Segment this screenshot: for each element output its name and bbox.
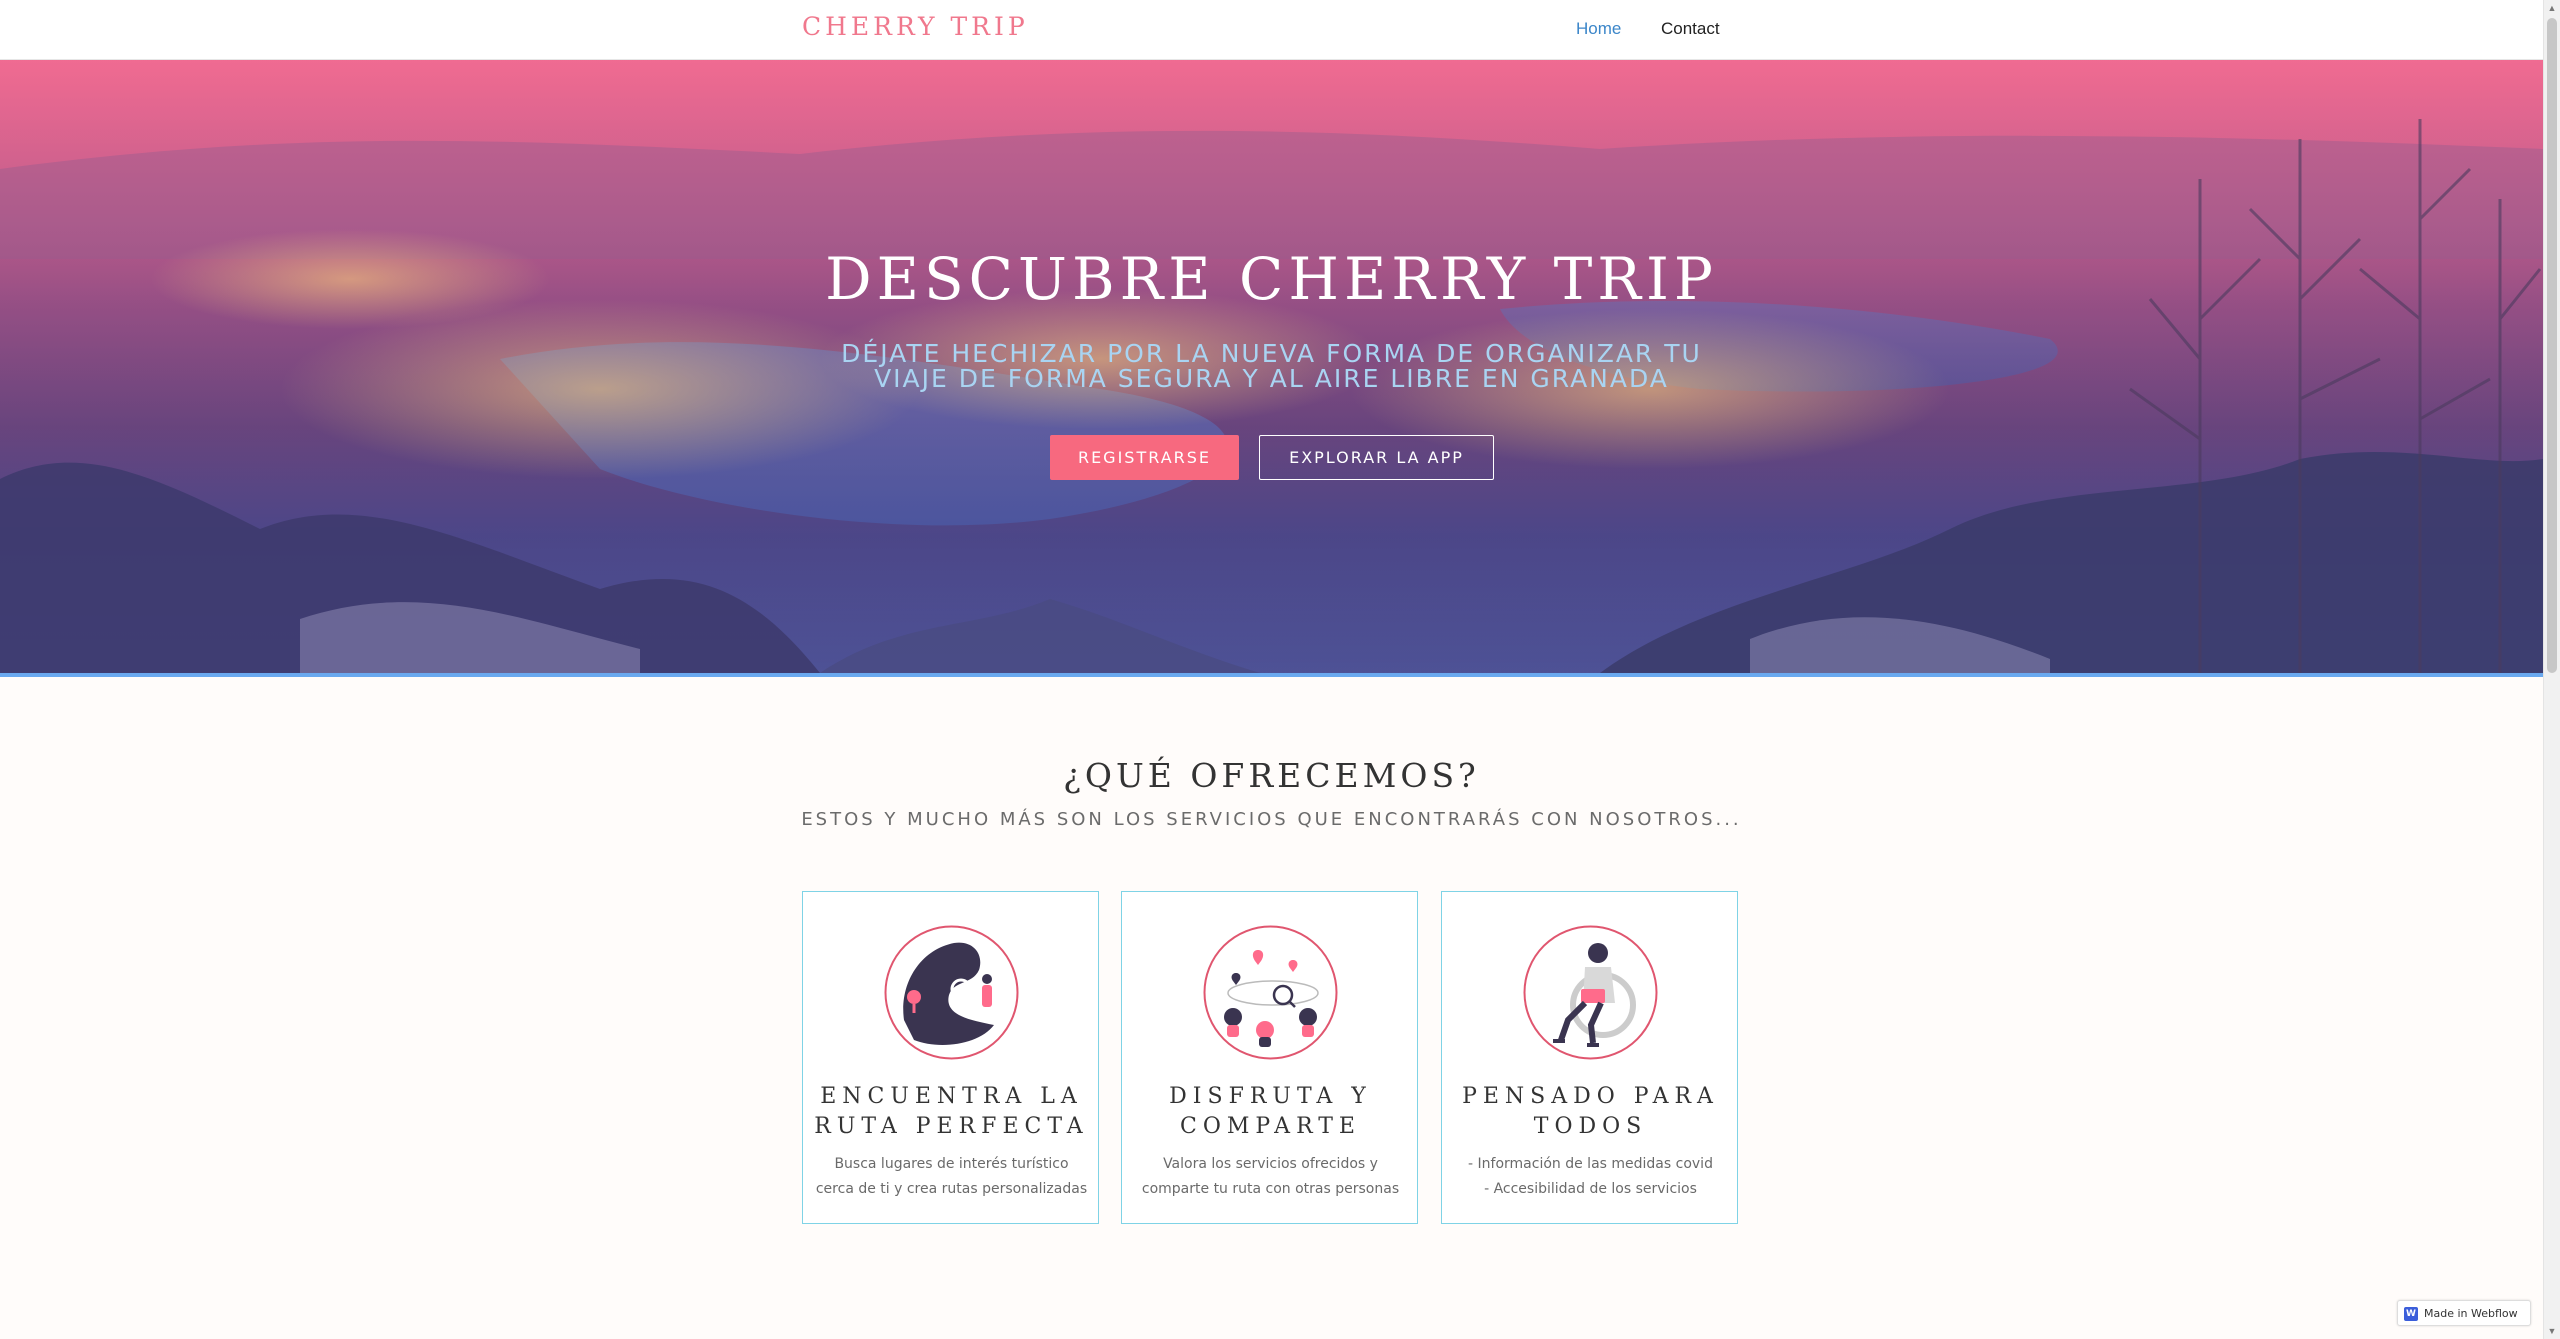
card-description: Busca lugares de interés turístico cerca… <box>815 1156 1088 1197</box>
made-in-webflow-badge[interactable]: W Made in Webflow <box>2397 1300 2531 1326</box>
hero-divider <box>0 673 2543 677</box>
nav-link-home[interactable]: Home <box>1576 19 1621 39</box>
badge-label: Made in Webflow <box>2424 1307 2518 1320</box>
nav-link-contact[interactable]: Contact <box>1661 19 1720 39</box>
accessibility-icon <box>1523 925 1658 1060</box>
map-search-icon <box>884 925 1019 1060</box>
share-route-icon <box>1203 925 1338 1060</box>
services-title: ¿QUÉ OFRECEMOS? <box>1063 756 1480 795</box>
scroll-down-arrow-icon[interactable]: ▼ <box>2544 1323 2560 1339</box>
services-subtitle: ESTOS Y MUCHO MÁS SON LOS SERVICIOS QUE … <box>801 809 1742 830</box>
service-card-route: ENCUENTRA LA RUTA PERFECTA Busca lugares… <box>802 891 1099 1224</box>
hero-section: DESCUBRE CHERRY TRIP DÉJATE HECHIZAR POR… <box>0 59 2543 673</box>
register-button[interactable]: REGISTRARSE <box>1050 435 1239 480</box>
card-description: Valora los servicios ofrecidos y compart… <box>1141 1156 1400 1197</box>
brand-logo[interactable]: CHERRY TRIP <box>802 12 1029 41</box>
vertical-scrollbar[interactable]: ▲ ▼ <box>2543 0 2560 1339</box>
card-title: PENSADO PARA TODOS <box>1462 1084 1719 1139</box>
navbar: CHERRY TRIP Home Contact <box>0 0 2543 60</box>
service-card-accessibility: PENSADO PARA TODOS - Información de las … <box>1441 891 1738 1224</box>
service-card-share: DISFRUTA Y COMPARTE Valora los servicios… <box>1121 891 1418 1224</box>
scroll-up-arrow-icon[interactable]: ▲ <box>2544 0 2560 16</box>
hero-subtitle: DÉJATE HECHIZAR POR LA NUEVA FORMA DE OR… <box>841 339 1702 393</box>
webflow-logo-icon: W <box>2404 1307 2418 1321</box>
explore-app-button[interactable]: EXPLORAR LA APP <box>1259 435 1494 480</box>
hero-title: DESCUBRE CHERRY TRIP <box>825 245 1718 313</box>
card-description: - Información de las medidas covid - Acc… <box>1468 1156 1713 1197</box>
services-section: ¿QUÉ OFRECEMOS? ESTOS Y MUCHO MÁS SON LO… <box>0 677 2543 1339</box>
scrollbar-thumb[interactable] <box>2547 18 2557 673</box>
card-title: DISFRUTA Y COMPARTE <box>1169 1084 1372 1139</box>
card-title: ENCUENTRA LA RUTA PERFECTA <box>814 1084 1089 1139</box>
